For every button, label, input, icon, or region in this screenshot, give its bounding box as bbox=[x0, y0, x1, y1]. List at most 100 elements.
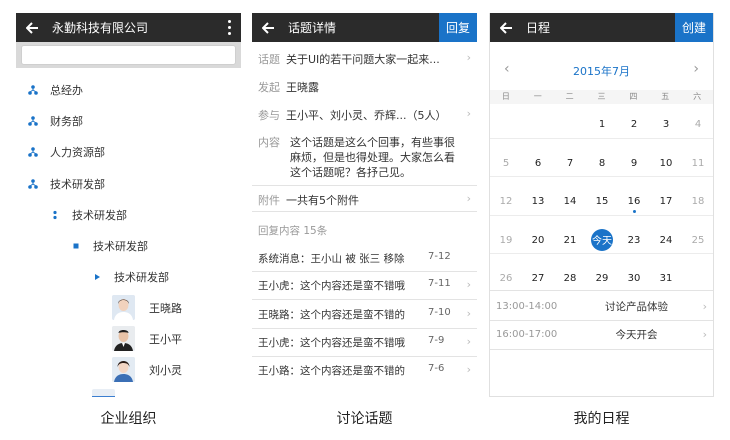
org-node-icon bbox=[71, 241, 81, 251]
calendar-day[interactable]: 30 bbox=[621, 273, 647, 284]
event-row[interactable]: 13:00-14:00 讨论产品体验 › bbox=[490, 293, 713, 320]
divider bbox=[490, 214, 713, 216]
reply-date: 7-12 bbox=[428, 251, 451, 262]
calendar-day[interactable]: 21 bbox=[557, 235, 583, 246]
calendar-day[interactable]: 24 bbox=[653, 235, 679, 246]
org-topbar: 永勤科技有限公司 bbox=[16, 13, 241, 42]
org-item-rnd-sub2[interactable]: 技术研发部 bbox=[71, 238, 148, 254]
next-month-icon[interactable]: › bbox=[693, 61, 699, 77]
chevron-right-icon: › bbox=[466, 278, 471, 291]
caption-schedule: 我的日程 bbox=[573, 411, 630, 427]
org-item-finance[interactable]: 财务部 bbox=[28, 113, 83, 129]
reply-item[interactable]: 王小路：这个内容还是蛮不错的 7-6 › bbox=[252, 363, 477, 378]
calendar-day[interactable]: 26 bbox=[493, 273, 519, 284]
person-row[interactable]: 王晓路 bbox=[112, 295, 182, 320]
reply-item[interactable]: 王小虎：这个内容还是蛮不错哦 7-9 › bbox=[252, 335, 477, 350]
calendar-day[interactable]: 13 bbox=[525, 196, 551, 207]
back-arrow-icon[interactable] bbox=[490, 13, 522, 42]
chevron-right-icon: › bbox=[466, 192, 471, 205]
calendar-day[interactable]: 14 bbox=[557, 196, 583, 207]
divider bbox=[490, 349, 713, 350]
org-tree-icon bbox=[28, 147, 38, 157]
topic-row[interactable]: 话题 关于UI的若干问题大家一起来... › bbox=[252, 51, 477, 67]
calendar-day[interactable]: 29 bbox=[589, 273, 615, 284]
reply-date: 7-6 bbox=[428, 363, 445, 374]
calendar-day[interactable]: 6 bbox=[525, 158, 551, 169]
calendar-day[interactable]: 17 bbox=[653, 196, 679, 207]
org-item-executive[interactable]: 总经办 bbox=[28, 82, 83, 98]
calendar-day[interactable]: 15 bbox=[589, 196, 615, 207]
schedule-screen: 日程 创建 ‹ 2015年7月 › 日 一 二 三 四 五 六 12345678… bbox=[489, 13, 714, 397]
topic-screen: 话题详情 回复 话题 关于UI的若干问题大家一起来... › 发起 王晓露 参与… bbox=[252, 13, 477, 397]
chevron-right-icon: › bbox=[466, 335, 471, 348]
calendar-day[interactable]: 2 bbox=[621, 119, 647, 130]
calendar-day[interactable]: 8 bbox=[589, 158, 615, 169]
calendar-day[interactable]: 12 bbox=[493, 196, 519, 207]
calendar-day[interactable]: 25 bbox=[685, 235, 711, 246]
org-item-label: 技术研发部 bbox=[50, 178, 105, 191]
reply-date: 7-11 bbox=[428, 278, 451, 289]
divider bbox=[252, 356, 477, 357]
calendar-day[interactable]: 4 bbox=[685, 119, 711, 130]
row-value: 一共有5个附件 bbox=[286, 194, 359, 207]
person-name: 王晓路 bbox=[149, 301, 182, 315]
participants-row[interactable]: 参与 王小平、刘小灵、乔辉...（5人） › bbox=[252, 107, 477, 123]
event-row[interactable]: 16:00-17:00 今天开会 › bbox=[490, 321, 713, 348]
row-label: 话题 bbox=[258, 53, 280, 66]
reply-text: 王小路：这个内容还是蛮不错的 bbox=[258, 365, 405, 377]
today-marker[interactable]: 今天 bbox=[591, 228, 613, 251]
org-branch-icon bbox=[50, 210, 60, 220]
calendar-day[interactable]: 18 bbox=[685, 196, 711, 207]
calendar-day[interactable]: 1 bbox=[589, 119, 615, 130]
org-item-hr[interactable]: 人力资源部 bbox=[28, 144, 105, 160]
more-menu-icon[interactable] bbox=[217, 13, 241, 42]
calendar-day[interactable]: 16 bbox=[621, 196, 647, 207]
avatar bbox=[92, 389, 115, 397]
reply-item[interactable]: 王小虎：这个内容还是蛮不错哦 7-11 › bbox=[252, 278, 477, 293]
reply-text: 王小虎：这个内容还是蛮不错哦 bbox=[258, 280, 405, 292]
reply-button[interactable]: 回复 bbox=[439, 13, 477, 42]
search-input[interactable] bbox=[21, 45, 236, 65]
org-item-rnd-sub3[interactable]: 技术研发部 bbox=[92, 269, 169, 285]
calendar-day[interactable]: 11 bbox=[685, 158, 711, 169]
calendar-day[interactable]: 9 bbox=[621, 158, 647, 169]
divider bbox=[252, 211, 477, 212]
calendar-day[interactable]: 10 bbox=[653, 158, 679, 169]
reply-date: 7-10 bbox=[428, 307, 451, 318]
create-button[interactable]: 创建 bbox=[675, 13, 713, 42]
person-row[interactable]: 王小平 bbox=[112, 326, 182, 351]
org-tree-icon bbox=[28, 179, 38, 189]
org-item-rnd[interactable]: 技术研发部 bbox=[28, 176, 105, 192]
org-item-label: 技术研发部 bbox=[72, 209, 127, 222]
chevron-right-icon: › bbox=[466, 363, 471, 376]
avatar bbox=[112, 326, 135, 351]
reply-item[interactable]: 系统消息：王小山 被 张三 移除 7-12 bbox=[252, 251, 477, 266]
attachment-row[interactable]: 附件 一共有5个附件 › bbox=[252, 192, 477, 208]
org-item-label: 技术研发部 bbox=[114, 271, 169, 284]
weekday-label: 五 bbox=[661, 92, 670, 101]
person-row[interactable]: 刘小灵 bbox=[112, 357, 182, 382]
calendar-day[interactable]: 20 bbox=[525, 235, 551, 246]
divider bbox=[252, 271, 477, 272]
caption-org: 企业组织 bbox=[100, 411, 157, 427]
weekday-label: 六 bbox=[693, 92, 702, 101]
calendar-day[interactable]: 28 bbox=[557, 273, 583, 284]
calendar-day[interactable]: 23 bbox=[621, 235, 647, 246]
reply-text: 系统消息：王小山 被 张三 移除 bbox=[258, 253, 405, 265]
topic-title: 话题详情 bbox=[288, 21, 337, 35]
back-arrow-icon[interactable] bbox=[252, 13, 284, 42]
back-arrow-icon[interactable] bbox=[16, 13, 48, 42]
avatar bbox=[112, 357, 135, 382]
row-label: 内容 bbox=[258, 136, 280, 149]
calendar-day[interactable]: 7 bbox=[557, 158, 583, 169]
calendar-day[interactable]: 3 bbox=[653, 119, 679, 130]
calendar-day[interactable]: 31 bbox=[653, 273, 679, 284]
reply-count: 回复内容 15条 bbox=[258, 225, 328, 237]
org-item-rnd-sub1[interactable]: 技术研发部 bbox=[50, 207, 127, 223]
calendar-day[interactable]: 5 bbox=[493, 158, 519, 169]
row-value: 这个话题是这么个回事，有些事很麻烦，但是也得处理。大家怎么看这个话题呢？各抒己见… bbox=[290, 136, 455, 179]
expand-arrow-icon bbox=[92, 272, 102, 282]
calendar-day[interactable]: 27 bbox=[525, 273, 551, 284]
reply-item[interactable]: 王晓路：这个内容还是蛮不错的 7-10 › bbox=[252, 307, 477, 322]
calendar-day[interactable]: 19 bbox=[493, 235, 519, 246]
